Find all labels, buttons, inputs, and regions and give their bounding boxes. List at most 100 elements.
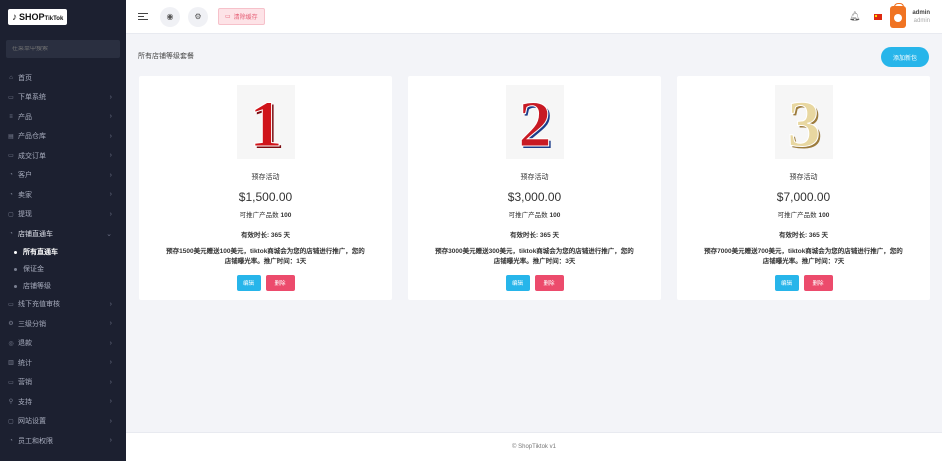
package-name: 预存活动 [251, 174, 280, 181]
delete-button[interactable]: 删除 [534, 275, 564, 291]
chevron-icon: › [109, 93, 112, 101]
sidebar-item[interactable]: ▭ 营销 › [0, 373, 126, 393]
sidebar-item-label: 员工和权限 [18, 437, 53, 445]
menu-toggle-icon[interactable] [138, 13, 148, 20]
user-info[interactable]: admin admin [912, 9, 930, 25]
bell-icon[interactable]: 🔔︎ [849, 11, 860, 22]
order-icon: ▭ [8, 94, 14, 101]
sidebar-item-label: 营销 [18, 379, 32, 387]
sidebar-item[interactable]: ◎ 退款 › [0, 334, 126, 354]
sidebar-subitem[interactable]: 保证金 [0, 261, 126, 278]
limit-value: 100 [280, 212, 292, 219]
product-icon: ≡ [9, 113, 13, 120]
stats-icon: ▥ [8, 360, 14, 367]
sidebar-item-label: 首页 [18, 74, 32, 82]
chevron-icon: › [109, 417, 112, 425]
sidebar-item[interactable]: ◔ 客户 › [0, 166, 126, 186]
package-duration: 有效时长: 365 天 [240, 232, 291, 239]
chevron-icon: › [109, 339, 112, 347]
package-number-image: 33 [787, 88, 823, 160]
sidebar-item[interactable]: ≡ 产品 › [0, 107, 126, 127]
deal-icon: ▭ [8, 153, 14, 160]
clear-cache-button[interactable]: ▭ 清除缓存 [218, 8, 265, 25]
sidebar-item[interactable]: ▥ 统计 › [0, 353, 126, 373]
sidebar-item[interactable]: ▭ 成交订单 › [0, 146, 126, 166]
package-number-image: 22 [518, 88, 554, 160]
sidebar-item-label: 支持 [18, 398, 32, 406]
svg-text:2: 2 [518, 88, 551, 159]
sidebar-item[interactable]: ▤ 产品仓库 › [0, 127, 126, 147]
sidebar-subitem[interactable]: 所有直通车 [0, 244, 126, 261]
sidebar-item[interactable]: ◔ 卖家 › [0, 185, 126, 205]
sidebar-item[interactable]: ⚙ 三级分销 › [0, 314, 126, 334]
chevron-icon: › [109, 437, 112, 445]
tiktok-logo-icon: ♪ [12, 11, 17, 23]
edit-button[interactable]: 编辑 [236, 275, 261, 291]
limit-label: 可推广产品数 [239, 212, 279, 219]
footer: © ShopTiktok v1 [126, 432, 942, 461]
package-name: 预存活动 [520, 174, 549, 181]
add-package-button[interactable]: 添加新包 [881, 47, 929, 67]
sidebar-item[interactable]: ⚲ 支持 › [0, 392, 126, 412]
clear-cache-label: 清除缓存 [233, 15, 258, 21]
china-flag-icon[interactable] [874, 13, 883, 20]
sidebar-item[interactable]: ▢ 网站设置 › [0, 412, 126, 432]
chevron-icon: › [109, 191, 112, 199]
chevron-icon: › [109, 359, 112, 367]
sidebar-item[interactable]: ◔ 员工和权限 › [0, 431, 126, 451]
edit-button[interactable]: 编辑 [774, 275, 799, 291]
package-limit: 可推广产品数 100 [677, 209, 930, 219]
package-price: $3,000.00 [507, 190, 562, 204]
topbar-right: 🔔︎ admin admin [849, 2, 942, 28]
user-role: admin [913, 17, 930, 24]
package-duration: 有效时长: 365 天 [778, 232, 829, 239]
package-description: 预存7000美元赠送700美元，tiktok商城会为您的店铺进行推广，您的店铺曝… [704, 248, 903, 265]
sidebar-item-label: 网站设置 [18, 418, 46, 426]
bullet-icon [14, 267, 17, 271]
svg-text:3: 3 [787, 88, 820, 159]
logo-text: SHOPTikTok [19, 12, 63, 22]
warehouse-icon: ▤ [8, 133, 14, 140]
delete-button[interactable]: 删除 [265, 275, 295, 291]
customer-icon: ◔ [9, 172, 13, 179]
logo[interactable]: ♪ SHOPTikTok [0, 0, 126, 34]
card-actions: 编辑 删除 [677, 275, 930, 291]
card-actions: 编辑 删除 [139, 275, 392, 291]
limit-label: 可推广产品数 [777, 212, 817, 219]
sidebar-item[interactable]: ⌂ 首页 [0, 68, 126, 88]
settings-gear-icon[interactable]: ⚙ [188, 6, 208, 27]
chevron-icon: › [109, 300, 112, 308]
sidebar-item[interactable]: ▭ 下单系统 › [0, 88, 126, 108]
user-name: admin [912, 9, 930, 16]
staff-icon: ◔ [9, 437, 13, 444]
sidebar-item[interactable]: ▢ 提现 › [0, 205, 126, 225]
avatar[interactable] [890, 2, 907, 28]
edit-button[interactable]: 编辑 [505, 275, 530, 291]
sidebar-subitem[interactable]: 店铺等级 [0, 278, 126, 295]
logo-box: ♪ SHOPTikTok [8, 9, 68, 25]
home-icon: ⌂ [9, 74, 13, 81]
marketing-icon: ▭ [8, 379, 14, 386]
limit-value: 100 [549, 212, 561, 219]
delete-button[interactable]: 删除 [803, 275, 833, 291]
sidebar-item-label: 统计 [18, 359, 32, 367]
globe-icon[interactable]: ◉ [160, 6, 180, 27]
sidebar-item-label: 客户 [18, 172, 32, 180]
seller-icon: ◔ [9, 191, 13, 198]
sidebar-item-label: 产品仓库 [18, 133, 46, 141]
sidebar-item-label: 卖家 [18, 191, 32, 199]
sidebar-item-label: 退款 [18, 340, 32, 348]
withdraw-icon: ▢ [8, 211, 14, 218]
sidebar-item[interactable]: ◔ 店铺直通车 ⌄ [0, 224, 126, 244]
package-limit: 可推广产品数 100 [408, 209, 661, 219]
sidebar-item-label: 成交订单 [18, 152, 46, 160]
sidebar-item-label: 三级分销 [18, 320, 46, 328]
chevron-icon: ⌄ [106, 230, 112, 238]
logo-suffix: TikTok [44, 16, 64, 22]
support-icon: ⚲ [8, 399, 14, 406]
sidebar-item-label: 所有直通车 [23, 249, 58, 256]
bullet-icon [14, 284, 17, 288]
sidebar-item[interactable]: ▭ 线下充值审核 › [0, 295, 126, 315]
footer-text: © ShopTiktok v1 [512, 444, 556, 450]
menu-search-input[interactable] [12, 46, 120, 52]
